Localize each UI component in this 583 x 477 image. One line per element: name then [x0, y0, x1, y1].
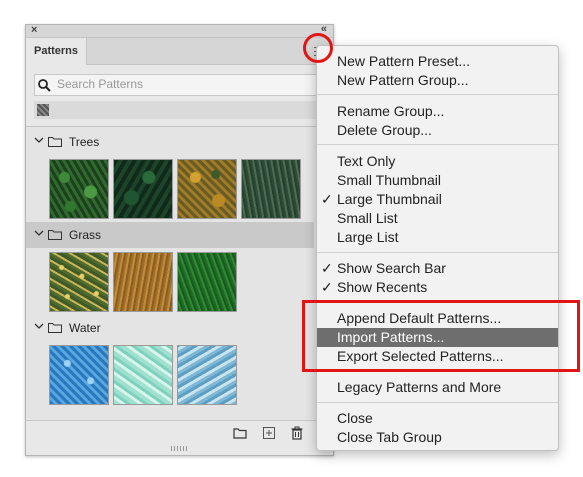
pattern-thumb[interactable] [177, 345, 237, 405]
menu-item-legacy-patterns[interactable]: Legacy Patterns and More [317, 378, 558, 397]
group-label: Grass [69, 228, 102, 242]
checkmark-icon: ✓ [321, 260, 333, 276]
folder-icon [48, 323, 62, 333]
pattern-thumb[interactable] [113, 159, 173, 219]
menu-item-text-only[interactable]: Text Only [317, 152, 558, 171]
chevron-down-icon[interactable] [34, 228, 44, 238]
checkmark-icon: ✓ [321, 279, 333, 295]
group-row-water[interactable]: Water [26, 315, 314, 341]
menu-item-close[interactable]: Close [317, 409, 558, 428]
pattern-thumb[interactable] [49, 252, 109, 312]
pattern-thumb[interactable] [177, 159, 237, 219]
annotation-highlight-box [302, 300, 580, 372]
pattern-thumb[interactable] [49, 345, 109, 405]
recent-pattern-swatch[interactable] [37, 104, 49, 116]
delete-trash-icon[interactable] [290, 426, 304, 440]
panel-footer [26, 420, 333, 445]
menu-item-large-list[interactable]: Large List [317, 228, 558, 247]
menu-item-close-tab-group[interactable]: Close Tab Group [317, 428, 558, 447]
pattern-thumb[interactable] [113, 345, 173, 405]
pattern-groups-list: Trees Grass Water [26, 126, 333, 419]
search-input[interactable] [57, 76, 319, 92]
tab-patterns[interactable]: Patterns [26, 38, 87, 65]
menu-item-new-pattern-group[interactable]: New Pattern Group... [317, 71, 558, 90]
resize-grip[interactable] [171, 446, 189, 451]
chevron-down-icon[interactable] [34, 135, 44, 145]
patterns-panel: × « Patterns Trees [25, 23, 334, 456]
pattern-thumb[interactable] [241, 159, 301, 219]
recents-bar [34, 101, 325, 119]
tab-bar: Patterns [26, 38, 333, 65]
menu-item-delete-group[interactable]: Delete Group... [317, 121, 558, 140]
group-row-trees[interactable]: Trees [26, 129, 314, 155]
menu-item-new-pattern-preset[interactable]: New Pattern Preset... [317, 52, 558, 71]
checkmark-icon: ✓ [321, 191, 333, 207]
group-label: Water [69, 321, 101, 335]
group-row-grass[interactable]: Grass [26, 222, 314, 248]
folder-icon [48, 137, 62, 147]
search-bar [34, 74, 327, 96]
new-pattern-icon[interactable] [262, 426, 276, 440]
menu-item-rename-group[interactable]: Rename Group... [317, 102, 558, 121]
menu-separator [317, 402, 558, 403]
panel-flyout-menu: New Pattern Preset... New Pattern Group.… [316, 45, 559, 451]
menu-item-large-thumbnail[interactable]: ✓ Large Thumbnail [317, 190, 558, 209]
menu-item-show-search-bar[interactable]: ✓ Show Search Bar [317, 259, 558, 278]
close-panel-button[interactable]: × [31, 24, 37, 36]
pattern-thumb[interactable] [177, 252, 237, 312]
annotation-circle [303, 33, 333, 63]
folder-icon [48, 230, 62, 240]
menu-item-small-list[interactable]: Small List [317, 209, 558, 228]
group-label: Trees [69, 135, 100, 149]
menu-item-show-recents[interactable]: ✓ Show Recents [317, 278, 558, 297]
menu-separator [317, 94, 558, 95]
chevron-down-icon[interactable] [34, 321, 44, 331]
menu-separator [317, 144, 558, 145]
new-group-folder-icon[interactable] [233, 426, 247, 440]
pattern-thumb[interactable] [113, 252, 173, 312]
panel-title-bar[interactable]: × « [26, 23, 333, 38]
menu-item-small-thumbnail[interactable]: Small Thumbnail [317, 171, 558, 190]
search-icon [38, 79, 51, 92]
pattern-thumb[interactable] [49, 159, 109, 219]
menu-separator [317, 252, 558, 253]
